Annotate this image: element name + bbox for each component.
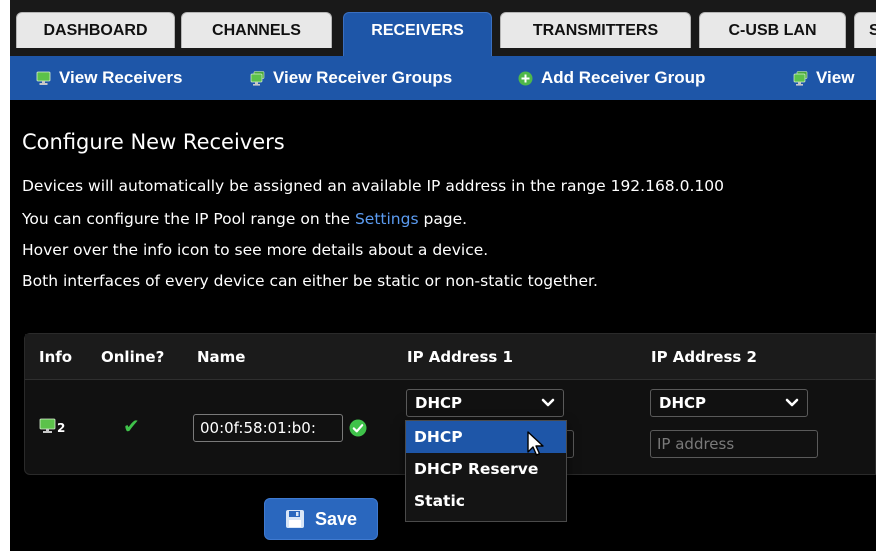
monitor-icon bbox=[36, 71, 51, 85]
ip1-mode-value: DHCP bbox=[415, 394, 463, 412]
save-label: Save bbox=[314, 508, 358, 529]
view-more-label: View bbox=[816, 68, 855, 87]
info-count: 2 bbox=[57, 421, 66, 435]
online-check-icon: ✔ bbox=[123, 414, 140, 438]
device-name-input[interactable]: 00:0f:58:01:b0: bbox=[193, 414, 343, 442]
info-cell[interactable]: 2 bbox=[39, 418, 65, 434]
floppy-disk-icon bbox=[285, 510, 304, 528]
ip2-mode-select[interactable]: DHCP bbox=[650, 389, 808, 417]
header-ip-address-1: IP Address 1 bbox=[407, 348, 513, 366]
tab-receivers[interactable]: RECEIVERS bbox=[343, 12, 492, 56]
view-receivers-label: View Receivers bbox=[59, 68, 183, 87]
add-receiver-group-link[interactable]: Add Receiver Group bbox=[518, 56, 705, 100]
tab-bar: DASHBOARD CHANNELS RECEIVERS TRANSMITTER… bbox=[10, 0, 876, 56]
plus-circle-icon bbox=[518, 71, 533, 85]
description-line-4: Both interfaces of every device can eith… bbox=[22, 272, 598, 290]
mouse-pointer-icon bbox=[527, 431, 544, 456]
dropdown-option-dhcp-reserve[interactable]: DHCP Reserve bbox=[406, 453, 566, 485]
settings-link[interactable]: Settings bbox=[355, 210, 419, 228]
description-line-2: You can configure the IP Pool range on t… bbox=[22, 210, 467, 228]
chevron-down-icon bbox=[541, 398, 555, 407]
tab-c-usb-lan[interactable]: C-USB LAN bbox=[699, 12, 846, 48]
monitor-group-icon bbox=[793, 70, 808, 86]
view-receiver-groups-link[interactable]: View Receiver Groups bbox=[250, 56, 452, 100]
view-more-link[interactable]: View bbox=[793, 56, 854, 100]
app-frame: DASHBOARD CHANNELS RECEIVERS TRANSMITTER… bbox=[10, 0, 876, 551]
description-line-1: Devices will automatically be assigned a… bbox=[22, 177, 724, 195]
description-line-2-pre: You can configure the IP Pool range on t… bbox=[22, 210, 355, 228]
page-title: Configure New Receivers bbox=[22, 130, 285, 154]
ip2-address-input[interactable]: IP address bbox=[650, 430, 818, 458]
table-header: Info Online? Name IP Address 1 IP Addres… bbox=[25, 334, 875, 380]
view-receiver-groups-label: View Receiver Groups bbox=[273, 68, 453, 87]
ip1-mode-select[interactable]: DHCP bbox=[406, 389, 564, 417]
view-receivers-link[interactable]: View Receivers bbox=[36, 56, 183, 100]
header-ip-address-2: IP Address 2 bbox=[651, 348, 757, 366]
add-receiver-group-label: Add Receiver Group bbox=[541, 68, 706, 87]
monitor-info-icon bbox=[39, 418, 56, 433]
ip2-mode-value: DHCP bbox=[659, 394, 707, 412]
header-name: Name bbox=[197, 348, 246, 366]
dropdown-option-static[interactable]: Static bbox=[406, 485, 566, 517]
header-online: Online? bbox=[101, 348, 165, 366]
monitor-group-icon bbox=[250, 70, 265, 86]
description-line-2-post: page. bbox=[418, 210, 468, 228]
tab-channels[interactable]: CHANNELS bbox=[181, 12, 332, 48]
save-button[interactable]: Save bbox=[264, 498, 378, 540]
description-line-3: Hover over the info icon to see more det… bbox=[22, 241, 489, 259]
tab-dashboard[interactable]: DASHBOARD bbox=[16, 12, 175, 48]
receivers-subnav: View Receivers View Receiver Groups Add … bbox=[10, 56, 876, 100]
tab-transmitters[interactable]: TRANSMITTERS bbox=[500, 12, 691, 48]
chevron-down-icon bbox=[785, 398, 799, 407]
tab-settings-partial[interactable]: S bbox=[854, 12, 876, 48]
header-info: Info bbox=[39, 348, 73, 366]
valid-check-icon bbox=[349, 419, 367, 437]
